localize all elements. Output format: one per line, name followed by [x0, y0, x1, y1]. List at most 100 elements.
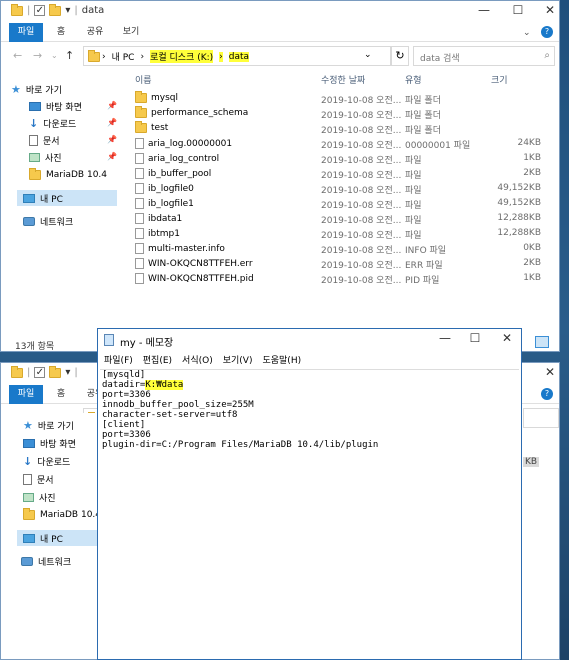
ribbon-expand-icon[interactable]: ⌄ — [523, 28, 531, 38]
sidebar-item-label: 사진 — [39, 493, 56, 504]
file-date: 2019-10-08 오전... — [321, 126, 402, 136]
minimize-button[interactable]: — — [434, 331, 456, 345]
refresh-button[interactable]: ↻ — [391, 46, 409, 66]
minimize-button[interactable]: — — [473, 3, 495, 17]
forward-button[interactable]: → — [33, 49, 42, 62]
folder-icon — [11, 365, 23, 378]
sidebar-item-quick-access[interactable]: ★ 바로 가기 — [11, 81, 62, 97]
search-placeholder: data 검색 — [420, 54, 460, 64]
network-icon — [21, 556, 33, 566]
pin-icon: 📌 — [107, 118, 117, 127]
file-row[interactable]: multi-master.info 2019-10-08 오전... INFO 파일… — [135, 243, 545, 258]
sidebar-item-desktop[interactable]: 바탕 화면 📌 — [29, 98, 119, 114]
maximize-button[interactable]: ☐ — [507, 3, 529, 17]
maximize-button[interactable]: ☐ — [464, 331, 486, 345]
sidebar-item-pictures[interactable]: 사진 📌 — [29, 149, 119, 165]
column-header-name[interactable]: 이름 — [135, 73, 152, 87]
sidebar-item-downloads[interactable]: ↓ 다운로드 📌 — [29, 115, 119, 131]
sidebar-item-downloads[interactable]: ↓ 다운로드 — [23, 453, 70, 469]
file-row[interactable]: mysql 2019-10-08 오전... 파일 폴더 — [135, 91, 545, 108]
breadcrumb-separator: › — [140, 51, 145, 62]
menu-help[interactable]: 도움말(H) — [262, 353, 301, 366]
file-row[interactable]: ibdata1 2019-10-08 오전... 파일 12,288KB — [135, 213, 545, 228]
properties-icon[interactable]: ✓ — [34, 5, 46, 16]
menu-edit[interactable]: 편집(E) — [143, 353, 172, 366]
file-row[interactable]: aria_log_control 2019-10-08 오전... 파일 1KB — [135, 153, 545, 168]
quick-access-dropdown-icon[interactable]: ▾ — [65, 5, 70, 16]
details-view-icon[interactable] — [535, 336, 549, 348]
help-icon[interactable]: ? — [541, 26, 553, 38]
file-date: 2019-10-08 오전... — [321, 261, 402, 271]
file-name-cell: ib_logfile1 — [135, 198, 194, 209]
sidebar-item-documents[interactable]: 문서 — [23, 471, 54, 487]
column-header-date[interactable]: 수정한 날짜 — [321, 73, 365, 87]
sidebar-item-label: 문서 — [43, 136, 60, 147]
search-input[interactable] — [523, 408, 559, 428]
file-row[interactable]: ib_logfile0 2019-10-08 오전... 파일 49,152KB — [135, 183, 545, 198]
tab-share[interactable]: 공유 — [83, 23, 107, 42]
file-size: 49,152KB — [497, 198, 541, 208]
tab-home[interactable]: 홈 — [51, 385, 71, 404]
close-button[interactable]: ✕ — [539, 365, 559, 379]
new-folder-icon[interactable] — [49, 3, 62, 16]
breadcrumb-local-disk[interactable]: 로컬 디스크 (K:) — [150, 50, 214, 63]
file-row[interactable]: performance_schema 2019-10-08 오전... 파일 폴더 — [135, 106, 545, 123]
address-dropdown-icon[interactable]: ⌄ — [364, 50, 372, 60]
menu-format[interactable]: 서식(O) — [182, 353, 213, 366]
file-row[interactable]: ib_buffer_pool 2019-10-08 오전... 파일 2KB — [135, 168, 545, 183]
sidebar-item-quick-access[interactable]: ★ 바로 가기 — [23, 417, 74, 433]
menu-file[interactable]: 파일(F) — [104, 353, 133, 366]
file-row[interactable]: ibtmp1 2019-10-08 오전... 파일 12,288KB — [135, 228, 545, 243]
close-button[interactable]: ✕ — [539, 3, 559, 17]
quick-access-dropdown-icon[interactable]: ▾ — [65, 367, 70, 378]
file-size: 1KB — [523, 153, 541, 163]
text-editor[interactable]: [mysqld] datadir=K:₩data port=3306 innod… — [100, 369, 519, 659]
notepad-icon — [104, 334, 114, 346]
close-button[interactable]: ✕ — [496, 331, 518, 345]
tab-file[interactable]: 파일 — [9, 23, 43, 42]
sidebar-item-network[interactable]: 네트워크 — [23, 213, 73, 229]
address-bar[interactable]: › 내 PC › 로컬 디스크 (K:) › data ⌄ — [83, 46, 391, 66]
download-icon: ↓ — [23, 454, 33, 468]
file-row[interactable]: WIN-OKQCN8TTFEH.err 2019-10-08 오전... ERR 파… — [135, 258, 545, 273]
sidebar-item-mariadb[interactable]: MariaDB 10.4 — [29, 167, 107, 183]
folder-icon — [29, 168, 41, 180]
file-row[interactable]: ib_logfile1 2019-10-08 오전... 파일 49,152KB — [135, 198, 545, 213]
file-row[interactable]: WIN-OKQCN8TTFEH.pid 2019-10-08 오전... PID 파… — [135, 273, 545, 288]
tab-view[interactable]: 보기 — [119, 23, 143, 42]
pc-icon — [23, 533, 35, 543]
file-icon — [135, 228, 144, 239]
breadcrumb-data[interactable]: data — [228, 51, 250, 62]
text-line: innodb_buffer_pool_size=255M — [102, 400, 254, 410]
back-button[interactable]: ← — [13, 49, 22, 62]
notepad-window: my - 메모장 — ☐ ✕ 파일(F) 편집(E) 서식(O) 보기(V) 도… — [97, 328, 522, 660]
column-header-type[interactable]: 유형 — [405, 73, 422, 87]
file-name: test — [151, 123, 169, 133]
column-header-size[interactable]: 크기 — [491, 73, 508, 87]
sidebar-item-mariadb[interactable]: MariaDB 10.4 — [23, 507, 101, 523]
help-icon[interactable]: ? — [541, 388, 553, 400]
tab-file[interactable]: 파일 — [9, 385, 43, 404]
up-button[interactable]: ↑ — [65, 49, 74, 62]
sidebar-item-network[interactable]: 네트워크 — [21, 553, 71, 569]
new-folder-icon[interactable] — [49, 365, 62, 378]
sidebar-item-desktop[interactable]: 바탕 화면 — [23, 435, 76, 451]
search-input[interactable]: data 검색 ⌕ — [413, 46, 555, 66]
file-type: INFO 파일 — [405, 246, 447, 256]
sidebar-item-my-pc[interactable]: 내 PC — [17, 190, 117, 206]
file-row[interactable]: aria_log.00000001 2019-10-08 오전... 0000000… — [135, 138, 545, 153]
recent-dropdown-icon[interactable]: ⌄ — [51, 51, 58, 60]
text-line: port=3306 — [102, 430, 151, 440]
properties-icon[interactable]: ✓ — [34, 367, 46, 378]
sidebar-item-documents[interactable]: 문서 📌 — [29, 132, 119, 148]
sidebar-item-pictures[interactable]: 사진 — [23, 489, 56, 505]
star-icon: ★ — [11, 82, 21, 96]
breadcrumb-my-pc[interactable]: 내 PC — [112, 50, 135, 63]
file-type: 파일 — [405, 171, 422, 181]
file-row[interactable]: test 2019-10-08 오전... 파일 폴더 — [135, 121, 545, 138]
tab-home[interactable]: 홈 — [51, 23, 71, 42]
file-type: 파일 — [405, 201, 422, 211]
file-icon — [135, 213, 144, 224]
file-name: ibtmp1 — [148, 228, 180, 239]
menu-view[interactable]: 보기(V) — [223, 353, 253, 366]
